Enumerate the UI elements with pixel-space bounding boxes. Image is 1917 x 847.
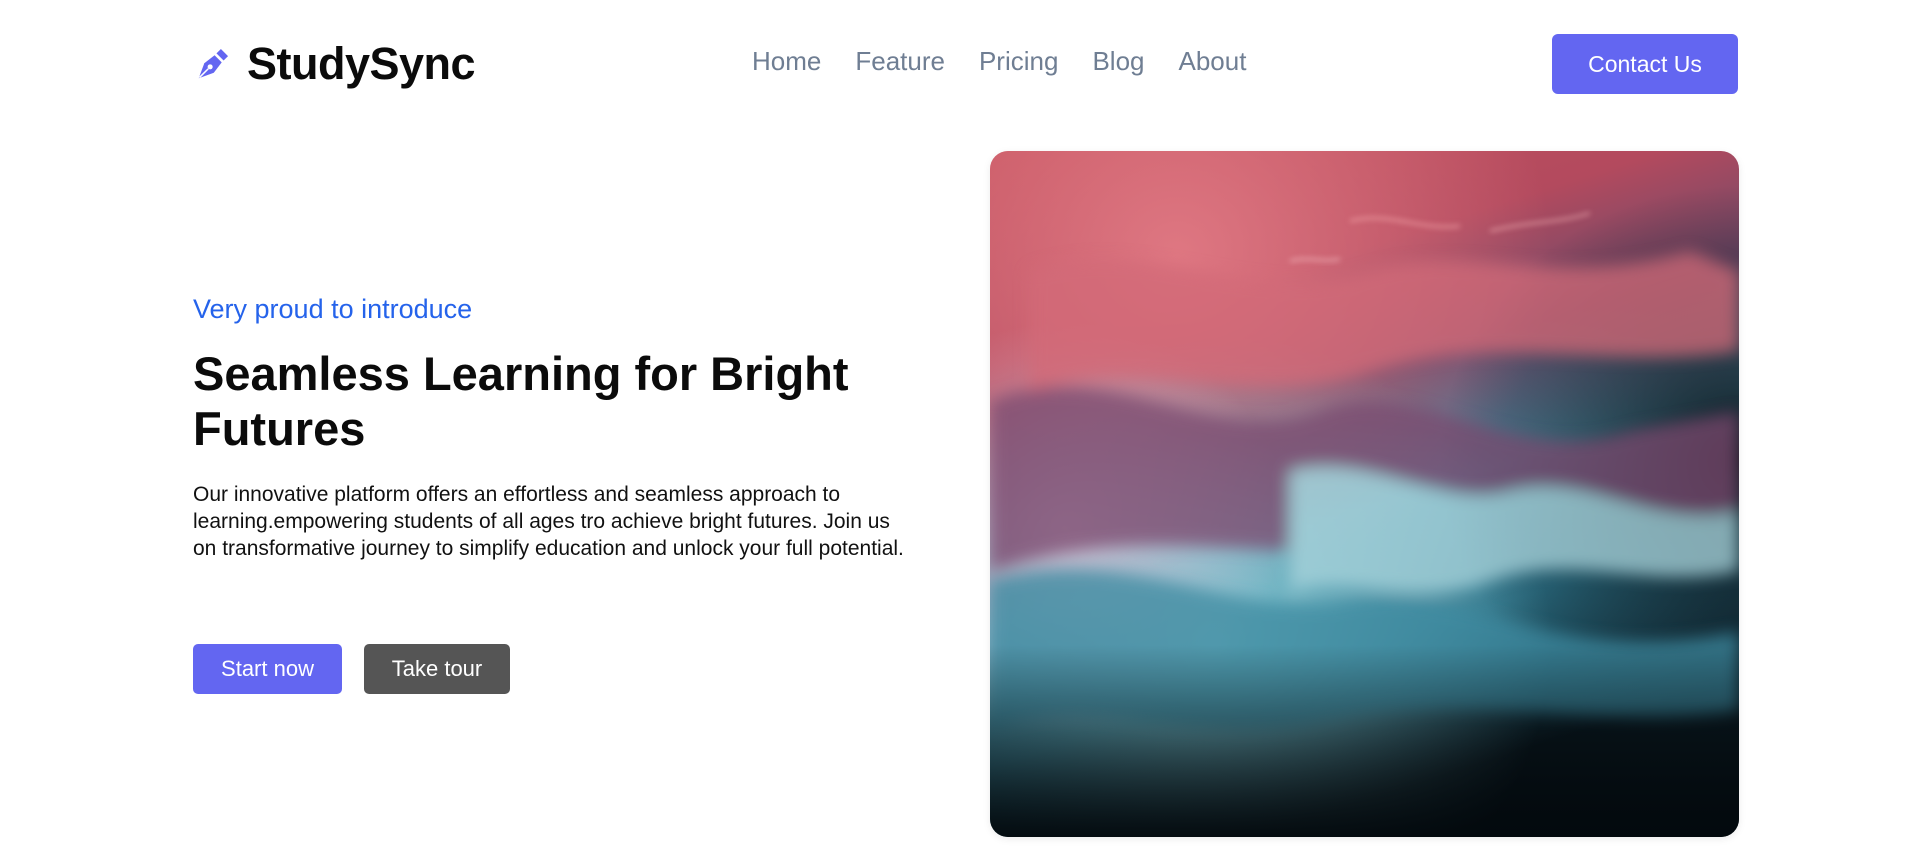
hero-image [990,151,1739,837]
nav-pricing[interactable]: Pricing [979,46,1058,77]
contact-us-button[interactable]: Contact Us [1552,34,1738,94]
hero-title: Seamless Learning for Bright Futures [193,347,849,455]
navbar: StudySync Home Feature Pricing Blog Abou… [0,0,1917,128]
hero-eyebrow: Very proud to introduce [193,294,473,324]
hero-actions: Start now Take tour [193,644,510,694]
take-tour-button[interactable]: Take tour [364,644,510,694]
hero-description: Our innovative platform offers an effort… [193,483,904,560]
brand-logo[interactable]: StudySync [193,38,476,90]
start-now-button[interactable]: Start now [193,644,342,694]
nav-home[interactable]: Home [752,46,821,77]
pen-nib-icon [193,44,233,84]
main-nav: Home Feature Pricing Blog About [752,46,1246,77]
nav-about[interactable]: About [1179,46,1247,77]
nav-feature[interactable]: Feature [855,46,945,77]
nav-blog[interactable]: Blog [1092,46,1144,77]
brand-name: StudySync [247,38,476,89]
